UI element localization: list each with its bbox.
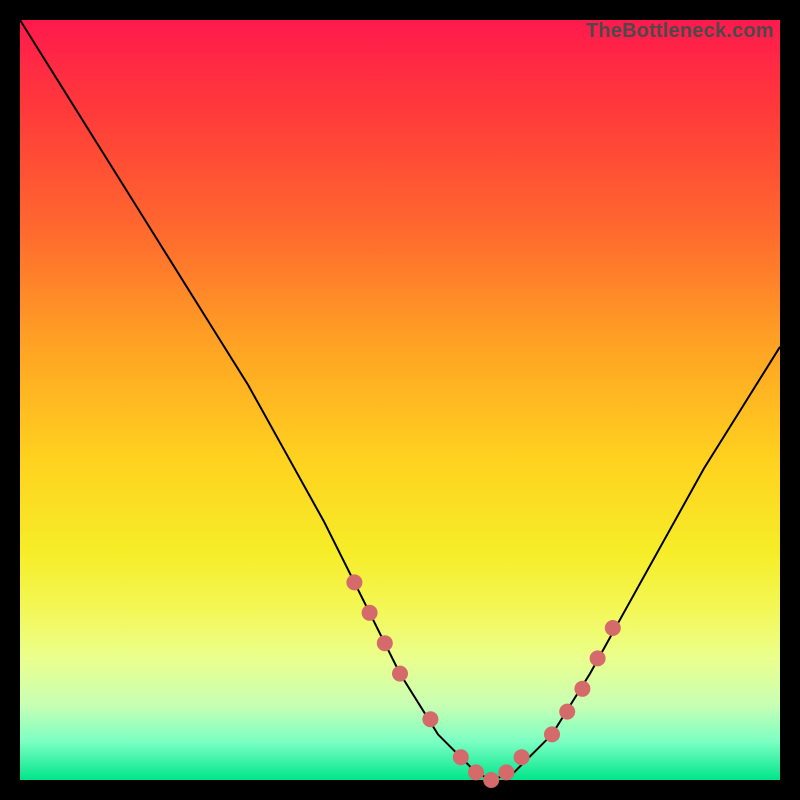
highlight-dot xyxy=(590,650,606,666)
highlight-dot xyxy=(362,605,378,621)
highlight-dot xyxy=(483,772,499,788)
chart-frame: TheBottleneck.com xyxy=(0,0,800,800)
highlight-dot xyxy=(377,635,393,651)
highlight-dot xyxy=(498,764,514,780)
highlight-dot xyxy=(605,620,621,636)
highlight-dot xyxy=(559,704,575,720)
highlight-dot xyxy=(422,711,438,727)
highlight-dot xyxy=(346,574,362,590)
highlight-dot xyxy=(544,726,560,742)
plot-area: TheBottleneck.com xyxy=(20,20,780,780)
highlight-dot xyxy=(514,749,530,765)
highlight-dot xyxy=(574,681,590,697)
highlight-dot xyxy=(453,749,469,765)
chart-svg xyxy=(20,20,780,780)
highlight-dot xyxy=(468,764,484,780)
highlight-dot xyxy=(392,666,408,682)
highlight-dots xyxy=(346,574,620,788)
